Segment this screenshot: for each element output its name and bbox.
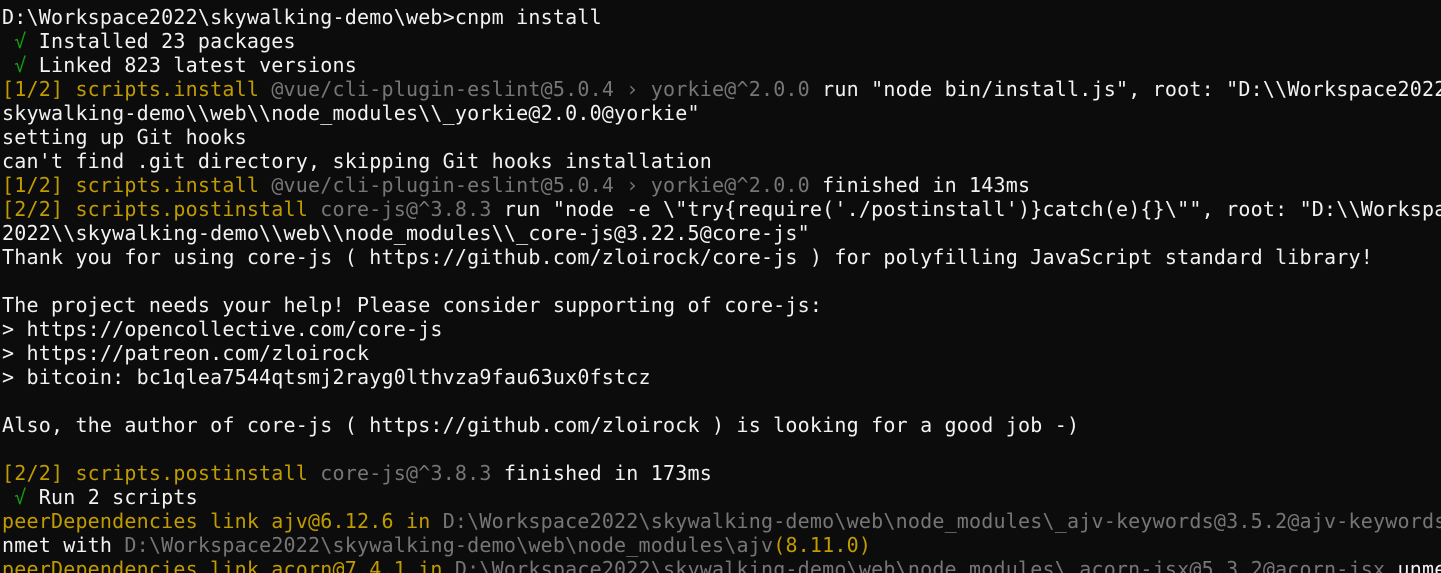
terminal-text-segment: D:\Workspace2022\skywalking-demo\web>cnp… [2,5,602,29]
terminal-line: 2022\\skywalking-demo\\web\\node_modules… [2,221,1441,245]
terminal-text-segment: nmet with [2,533,125,557]
terminal-text-segment: The project needs your help! Please cons… [2,293,823,317]
terminal-text-segment: [1/2] scripts.install [2,173,272,197]
terminal-text-segment: Installed 23 packages [26,29,296,53]
terminal-text-segment: run "node bin/install.js", root: "D:\\Wo… [809,77,1441,101]
terminal-text-segment: [2/2] scripts.postinstall [2,197,321,221]
terminal-line: > https://patreon.com/zloirock [2,341,1441,365]
terminal-text-segment: Thank you for using core-js ( https://gi… [2,245,1373,269]
terminal-text-segment: 2022\\skywalking-demo\\web\\node_modules… [2,221,810,245]
terminal-text-segment: [2/2] scripts.postinstall [2,461,321,485]
terminal-line: Thank you for using core-js ( https://gi… [2,245,1441,269]
terminal-line: nmet with D:\Workspace2022\skywalking-de… [2,533,1441,557]
terminal-text-segment: √ [2,29,27,53]
terminal-text-segment: > https://opencollective.com/core-js [2,317,443,341]
terminal-line: [2/2] scripts.postinstall core-js@^3.8.3… [2,197,1441,221]
terminal-text-segment: skywalking-demo\\web\\node_modules\\_yor… [2,101,700,125]
terminal-text-segment: core-js@^3.8.3 [320,197,492,221]
terminal-text-segment: D:\Workspace2022\skywalking-demo\web\nod… [442,509,1441,533]
terminal-text-segment: Also, the author of core-js ( https://gi… [2,413,1080,437]
terminal-text-segment: peerDependencies link ajv@6.12.6 in [2,509,443,533]
terminal-line: √ Installed 23 packages [2,29,1441,53]
terminal-line: can't find .git directory, skipping Git … [2,149,1441,173]
terminal-text-segment: peerDependencies link acorn@7.4.1 in [2,557,455,573]
terminal-line: D:\Workspace2022\skywalking-demo\web>cnp… [2,5,1441,29]
terminal-text-segment: [1/2] scripts.install [2,77,272,101]
terminal-line: [2/2] scripts.postinstall core-js@^3.8.3… [2,461,1441,485]
terminal-line: √ Linked 823 latest versions [2,53,1441,77]
terminal-text-segment: setting up Git hooks [2,125,247,149]
terminal-line: skywalking-demo\\web\\node_modules\\_yor… [2,101,1441,125]
terminal-line: Also, the author of core-js ( https://gi… [2,413,1441,437]
terminal-text-segment: @vue/cli-plugin-eslint@5.0.4 › yorkie@^2… [271,77,810,101]
terminal-text-segment: (8.11.0) [773,533,872,557]
terminal-text-segment: core-js@^3.8.3 [320,461,492,485]
terminal-text-segment: finished in 173ms [491,461,712,485]
terminal-text-segment: √ [2,485,27,509]
terminal-text-segment: finished in 143ms [809,173,1031,197]
terminal-text-segment: > bitcoin: bc1qlea7544qtsmj2rayg0lthvza9… [2,365,651,389]
terminal-line: peerDependencies link acorn@7.4.1 in D:\… [2,557,1441,573]
terminal-text-segment: can't find .git directory, skipping Git … [2,149,712,173]
terminal-line: > bitcoin: bc1qlea7544qtsmj2rayg0lthvza9… [2,365,1441,389]
terminal-text-segment: run "node -e \"try{require('./postinstal… [491,197,1441,221]
terminal-line: √ Run 2 scripts [2,485,1441,509]
terminal-output[interactable]: D:\Workspace2022\skywalking-demo\web>cnp… [2,5,1441,573]
terminal-line: > https://opencollective.com/core-js [2,317,1441,341]
terminal-text-segment: Linked 823 latest versions [26,53,357,77]
terminal-line: [1/2] scripts.install @vue/cli-plugin-es… [2,173,1441,197]
terminal-text-segment: √ [2,53,27,77]
terminal-line: The project needs your help! Please cons… [2,293,1441,317]
terminal-text-segment: @vue/cli-plugin-eslint@5.0.4 › yorkie@^2… [271,173,810,197]
terminal-text-segment: unmet [1397,557,1441,573]
terminal-line: setting up Git hooks [2,125,1441,149]
terminal-text-segment: Run 2 scripts [26,485,198,509]
terminal-line: peerDependencies link ajv@6.12.6 in D:\W… [2,509,1441,533]
terminal-text-segment: > https://patreon.com/zloirock [2,341,370,365]
terminal-text-segment: D:\Workspace2022\skywalking-demo\web\nod… [454,557,1386,573]
terminal-line: [1/2] scripts.install @vue/cli-plugin-es… [2,77,1441,101]
terminal-text-segment: D:\Workspace2022\skywalking-demo\web\nod… [124,533,774,557]
